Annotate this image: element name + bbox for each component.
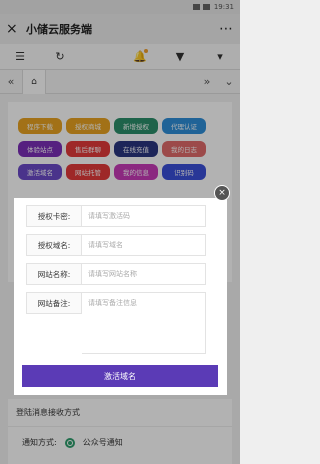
form-row-domain: 授权域名: 请填写域名: [26, 234, 206, 256]
field-label: 授权卡密:: [26, 205, 82, 227]
field-label: 网站名称:: [26, 263, 82, 285]
activate-domain-modal: 授权卡密: 请填写激活码 授权域名: 请填写域名 网站名称: 请填写网站名称 网…: [14, 198, 227, 395]
card-key-input[interactable]: 请填写激活码: [82, 205, 206, 227]
remark-textarea[interactable]: 请填写备注信息: [82, 292, 206, 354]
activate-domain-button[interactable]: 激活域名: [22, 365, 218, 387]
form-row-card-key: 授权卡密: 请填写激活码: [26, 205, 206, 227]
site-name-input[interactable]: 请填写网站名称: [82, 263, 206, 285]
modal-close-icon[interactable]: ×: [214, 185, 230, 201]
field-label: 网站备注:: [26, 292, 82, 314]
form-row-remark: 网站备注: 请填写备注信息: [26, 292, 206, 354]
form-row-site-name: 网站名称: 请填写网站名称: [26, 263, 206, 285]
field-label: 授权域名:: [26, 234, 82, 256]
domain-input[interactable]: 请填写域名: [82, 234, 206, 256]
